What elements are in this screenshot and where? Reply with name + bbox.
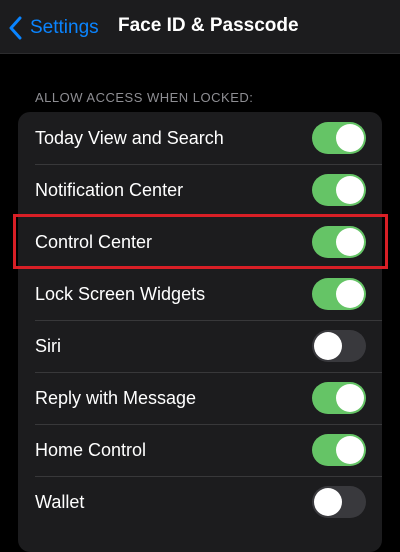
notification-center-toggle[interactable] <box>312 174 366 206</box>
setting-row-today-view: Today View and Search <box>18 112 382 164</box>
control-center-toggle[interactable] <box>312 226 366 258</box>
wallet-toggle[interactable] <box>312 486 366 518</box>
page-title: Face ID & Passcode <box>118 15 299 36</box>
setting-label: Wallet <box>35 491 85 512</box>
setting-row-notification-center: Notification Center <box>18 164 382 216</box>
toggle-knob <box>336 176 364 204</box>
setting-row-reply-with-message: Reply with Message <box>18 372 382 424</box>
setting-row-home-control: Home Control <box>18 424 382 476</box>
toggle-knob <box>336 228 364 256</box>
toggle-knob <box>314 488 342 516</box>
setting-row-lock-screen-widgets: Lock Screen Widgets <box>18 268 382 320</box>
toggle-knob <box>336 124 364 152</box>
setting-row-siri: Siri <box>18 320 382 372</box>
lock-screen-widgets-toggle[interactable] <box>312 278 366 310</box>
toggle-knob <box>336 280 364 308</box>
setting-row-control-center: Control Center <box>18 216 382 268</box>
setting-label: Control Center <box>35 231 153 252</box>
toggle-knob <box>336 384 364 412</box>
today-view-toggle[interactable] <box>312 122 366 154</box>
chevron-left-icon <box>9 16 22 40</box>
reply-with-message-toggle[interactable] <box>312 382 366 414</box>
toggle-knob <box>314 332 342 360</box>
setting-label: Home Control <box>35 439 147 460</box>
setting-label: Notification Center <box>35 179 184 200</box>
siri-toggle[interactable] <box>312 330 366 362</box>
setting-label: Lock Screen Widgets <box>35 283 206 304</box>
home-control-toggle[interactable] <box>312 434 366 466</box>
toggle-knob <box>336 436 364 464</box>
setting-label: Reply with Message <box>35 387 197 408</box>
settings-group: Today View and Search Notification Cente… <box>18 112 382 552</box>
setting-row-wallet: Wallet <box>18 476 382 528</box>
navigation-bar: Settings Face ID & Passcode <box>0 0 400 54</box>
back-button[interactable]: Settings <box>8 14 99 42</box>
setting-label: Today View and Search <box>35 127 224 148</box>
back-button-label: Settings <box>30 17 99 38</box>
setting-label: Siri <box>35 335 61 356</box>
section-header: ALLOW ACCESS WHEN LOCKED: <box>35 90 254 105</box>
